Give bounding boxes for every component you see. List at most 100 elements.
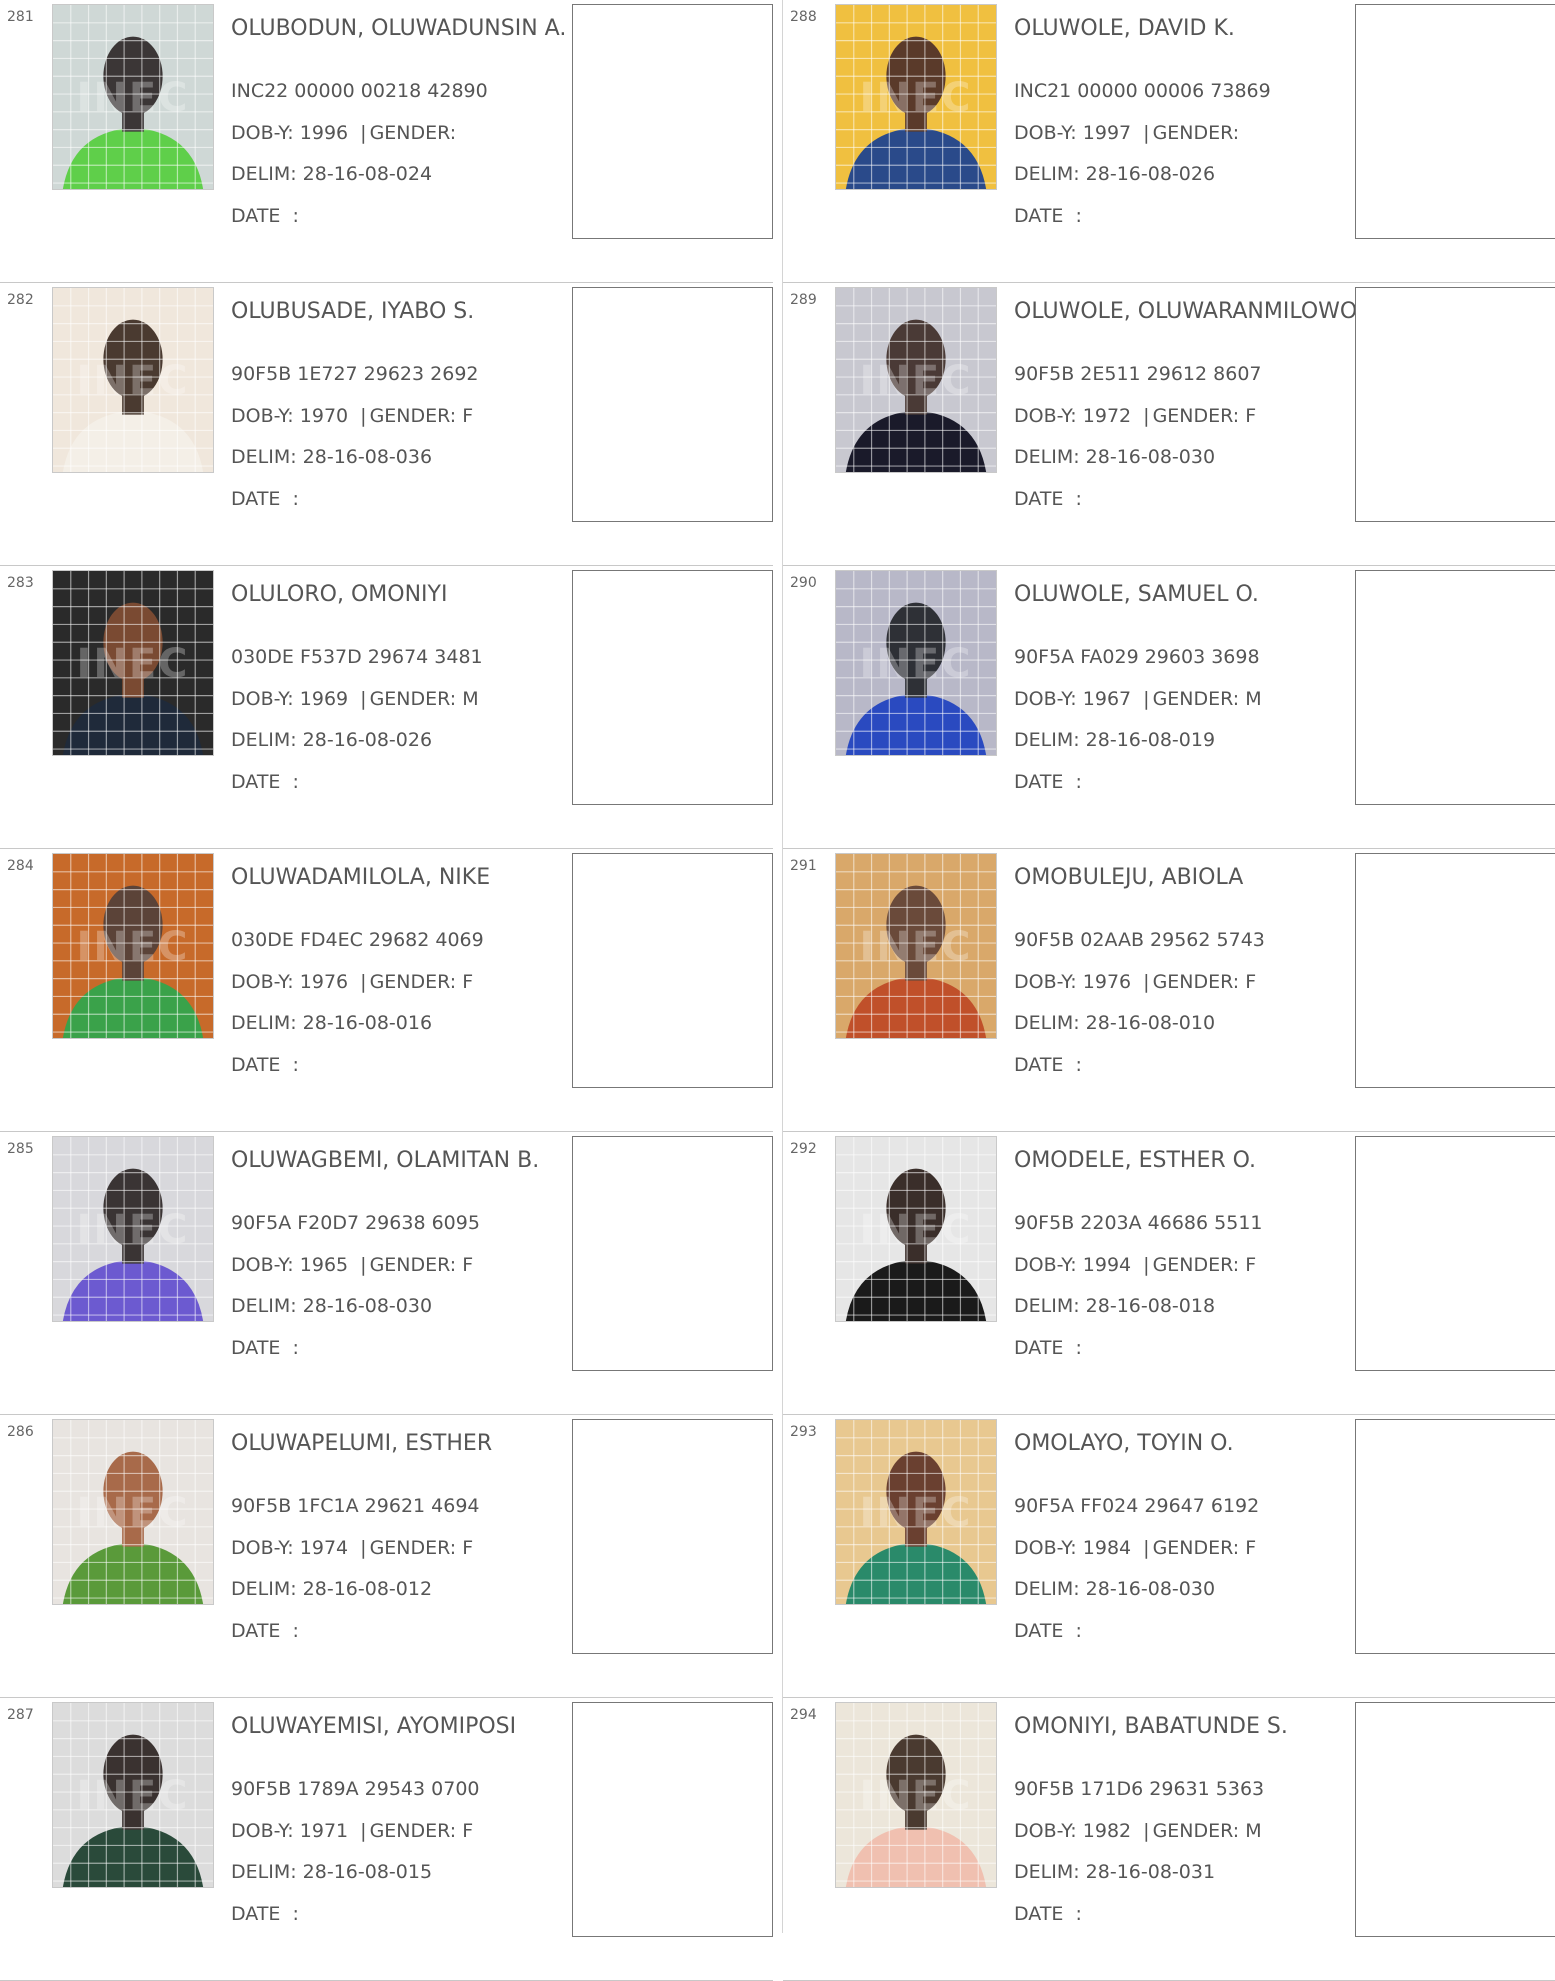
date-line: DATE :: [1014, 771, 1082, 793]
date-label: DATE: [1014, 1337, 1064, 1359]
photo-watermark: INEC: [76, 924, 190, 970]
date-separator: :: [292, 488, 299, 510]
entry-number: 286: [7, 1424, 34, 1440]
dob-gender-line: DOB-Y: 1972 | GENDER: F: [1014, 405, 1256, 427]
date-label: DATE: [1014, 771, 1064, 793]
signature-box: [1355, 853, 1555, 1088]
delim-line: DELIM: 28-16-08-036: [231, 446, 432, 468]
photo-watermark: INEC: [859, 1207, 973, 1253]
photo-watermark: INEC: [859, 75, 973, 121]
dob-label: DOB-Y:: [1014, 688, 1077, 710]
voter-photo: INEC: [52, 4, 214, 190]
voter-name: OMOBULEJU, ABIOLA: [1014, 865, 1244, 890]
date-line: DATE :: [231, 205, 299, 227]
dob-label: DOB-Y:: [231, 1537, 294, 1559]
voter-photo: INEC: [835, 287, 997, 473]
date-label: DATE: [1014, 1054, 1064, 1076]
gender-value: F: [462, 405, 474, 427]
photo-watermark: INEC: [859, 1490, 973, 1536]
gender-label: GENDER:: [1152, 1820, 1240, 1842]
voter-entry: 281 INEC OLUBODUN, OLUWADUNSIN A. INC22 …: [0, 0, 773, 283]
date-separator: :: [292, 1054, 299, 1076]
field-separator: |: [1143, 1820, 1150, 1842]
dob-gender-line: DOB-Y: 1994 | GENDER: F: [1014, 1254, 1256, 1276]
voter-id-number: 90F5B 02AAB 29562 5743: [1014, 929, 1265, 951]
entry-number: 287: [7, 1707, 34, 1723]
dob-gender-line: DOB-Y: 1984 | GENDER: F: [1014, 1537, 1256, 1559]
voter-entry: 290 INEC OLUWOLE, SAMUEL O. 90F5A FA029 …: [783, 566, 1555, 849]
field-separator: |: [1143, 688, 1150, 710]
dob-label: DOB-Y:: [231, 405, 294, 427]
delim-value: 28-16-08-031: [1085, 1861, 1216, 1883]
delim-value: 28-16-08-030: [302, 1295, 433, 1317]
delim-label: DELIM:: [1014, 1578, 1080, 1600]
voter-id-number: INC21 00000 00006 73869: [1014, 80, 1271, 102]
dob-value: 1967: [1082, 688, 1132, 710]
entry-number: 283: [7, 575, 34, 591]
photo-watermark: INEC: [859, 1773, 973, 1819]
signature-box: [572, 853, 773, 1088]
date-separator: :: [292, 1903, 299, 1925]
delim-line: DELIM: 28-16-08-024: [231, 163, 432, 185]
field-separator: |: [360, 688, 367, 710]
voter-name: OMOLAYO, TOYIN O.: [1014, 1431, 1234, 1456]
delim-line: DELIM: 28-16-08-010: [1014, 1012, 1215, 1034]
voter-entry: 285 INEC OLUWAGBEMI, OLAMITAN B. 90F5A F…: [0, 1132, 773, 1415]
date-line: DATE :: [231, 1054, 299, 1076]
voter-id-number: 030DE FD4EC 29682 4069: [231, 929, 484, 951]
gender-value: F: [462, 1254, 474, 1276]
photo-watermark: INEC: [76, 75, 190, 121]
delim-value: 28-16-08-030: [1085, 1578, 1216, 1600]
date-separator: :: [292, 205, 299, 227]
delim-label: DELIM:: [1014, 1012, 1080, 1034]
delim-value: 28-16-08-030: [1085, 446, 1216, 468]
voter-name: OLUWAPELUMI, ESTHER: [231, 1431, 493, 1456]
date-separator: :: [1075, 1903, 1082, 1925]
voter-name: OLUWOLE, SAMUEL O.: [1014, 582, 1259, 607]
gender-value: M: [1245, 1820, 1262, 1842]
date-label: DATE: [231, 1337, 281, 1359]
voter-name: OLULORO, OMONIYI: [231, 582, 448, 607]
voter-entry: 287 INEC OLUWAYEMISI, AYOMIPOSI 90F5B 17…: [0, 1698, 773, 1981]
delim-line: DELIM: 28-16-08-026: [1014, 163, 1215, 185]
delim-value: 28-16-08-010: [1085, 1012, 1216, 1034]
voter-id-number: 030DE F537D 29674 3481: [231, 646, 483, 668]
delim-value: 28-16-08-024: [302, 163, 433, 185]
delim-value: 28-16-08-016: [302, 1012, 433, 1034]
photo-watermark: INEC: [859, 924, 973, 970]
field-separator: |: [360, 1254, 367, 1276]
voter-entry: 289 INEC OLUWOLE, OLUWARANMILOWO 90F5B 2…: [783, 283, 1555, 566]
date-line: DATE :: [1014, 1620, 1082, 1642]
date-separator: :: [292, 1337, 299, 1359]
voter-name: OLUWAGBEMI, OLAMITAN B.: [231, 1148, 540, 1173]
date-label: DATE: [1014, 205, 1064, 227]
signature-box: [572, 1702, 773, 1937]
entry-number: 290: [790, 575, 817, 591]
gender-label: GENDER:: [1152, 688, 1240, 710]
delim-line: DELIM: 28-16-08-012: [231, 1578, 432, 1600]
dob-label: DOB-Y:: [231, 1254, 294, 1276]
delim-line: DELIM: 28-16-08-031: [1014, 1861, 1215, 1883]
delim-label: DELIM:: [1014, 1295, 1080, 1317]
voter-photo: INEC: [835, 853, 997, 1039]
delim-line: DELIM: 28-16-08-018: [1014, 1295, 1215, 1317]
dob-value: 1971: [299, 1820, 349, 1842]
field-separator: |: [360, 405, 367, 427]
dob-value: 1972: [1082, 405, 1132, 427]
voter-id-number: 90F5B 2203A 46686 5511: [1014, 1212, 1263, 1234]
voter-id-number: INC22 00000 00218 42890: [231, 80, 488, 102]
signature-box: [572, 287, 773, 522]
signature-box: [1355, 1419, 1555, 1654]
delim-label: DELIM:: [1014, 446, 1080, 468]
delim-value: 28-16-08-026: [1085, 163, 1216, 185]
date-label: DATE: [1014, 1903, 1064, 1925]
photo-watermark: INEC: [76, 641, 190, 687]
voter-register-page: 281 INEC OLUBODUN, OLUWADUNSIN A. INC22 …: [0, 0, 1555, 1981]
voter-name: OMODELE, ESTHER O.: [1014, 1148, 1257, 1173]
entry-number: 285: [7, 1141, 34, 1157]
dob-label: DOB-Y:: [231, 688, 294, 710]
voter-entry: 294 INEC OMONIYI, BABATUNDE S. 90F5B 171…: [783, 1698, 1555, 1981]
dob-value: 1969: [299, 688, 349, 710]
gender-label: GENDER:: [1152, 1254, 1240, 1276]
field-separator: |: [360, 971, 367, 993]
